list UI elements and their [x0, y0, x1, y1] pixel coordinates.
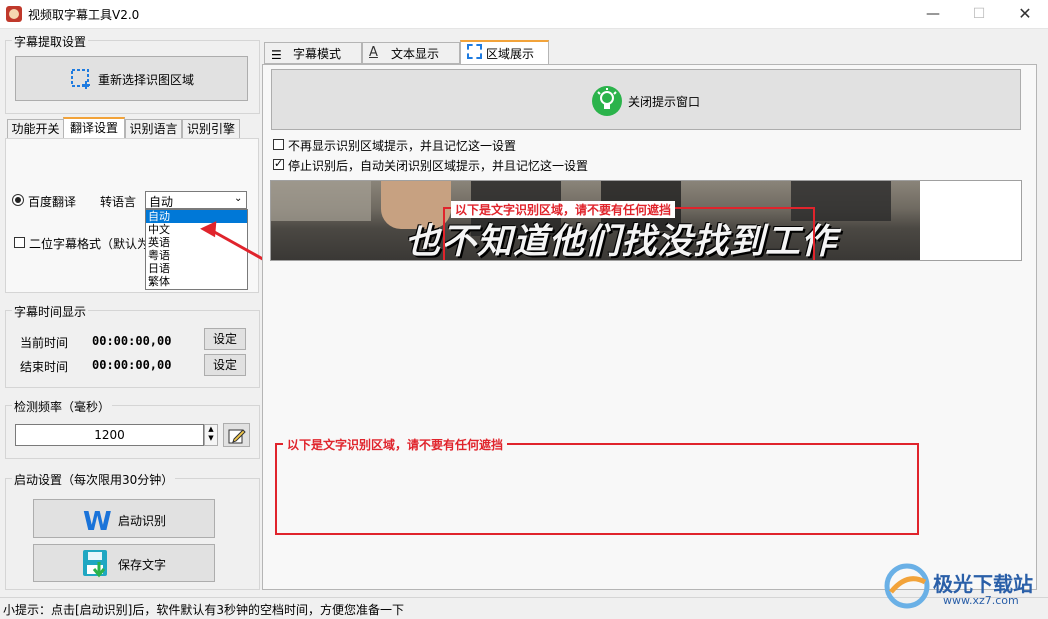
tab-region-display-label: 区域展示: [486, 47, 535, 61]
current-time-label: 当前时间: [20, 336, 69, 350]
extract-settings-title: 字幕提取设置: [12, 33, 89, 50]
app-icon: [6, 6, 22, 22]
tab-recognition-language[interactable]: 识别语言: [125, 119, 182, 139]
recognition-region-label: 以下是文字识别区域，请不要有任何遮挡: [283, 436, 508, 453]
baidu-translate-radio[interactable]: [12, 194, 24, 206]
end-time-label: 结束时间: [20, 360, 69, 374]
spin-up-icon[interactable]: ▲: [205, 425, 217, 434]
tab-text-display[interactable]: A 文本显示: [362, 42, 460, 64]
close-icon[interactable]: ✕: [1002, 0, 1048, 28]
target-language-select[interactable]: 自动 ⌄: [145, 191, 247, 209]
save-text-label: 保存文字: [118, 558, 167, 572]
frequency-spinner[interactable]: ▲ ▼: [204, 424, 218, 446]
chevron-down-icon: ⌄: [234, 193, 243, 204]
left-tab-strip: 功能开关 翻译设置 识别语言 识别引擎: [5, 117, 258, 139]
maximize-icon[interactable]: ☐: [956, 0, 1002, 28]
no-show-region-tip-checkbox[interactable]: [273, 139, 284, 150]
tab-function-switch[interactable]: 功能开关: [7, 119, 64, 139]
current-time-value: 00:00:00,00: [92, 334, 172, 348]
start-settings-title: 启动设置（每次限用30分钟）: [12, 471, 176, 488]
bilingual-format-label: 二位字幕格式（默认为: [29, 237, 145, 251]
tab-subtitle-mode[interactable]: ☰ 字幕模式: [264, 42, 362, 64]
text-a-icon: A: [369, 45, 378, 60]
recognition-region-box: [275, 443, 919, 535]
checkmark-icon: ✓: [274, 157, 284, 170]
minimize-icon[interactable]: —: [910, 0, 956, 28]
list-icon: ☰: [271, 48, 282, 62]
svg-text:W: W: [83, 507, 111, 534]
edit-frequency-button[interactable]: [223, 423, 250, 447]
start-recognition-button[interactable]: W 启动识别: [33, 499, 215, 538]
spin-down-icon[interactable]: ▼: [205, 434, 217, 443]
watermark-logo-icon: [884, 563, 930, 609]
auto-close-region-tip-checkbox[interactable]: ✓: [273, 157, 284, 170]
lightbulb-icon: [592, 86, 622, 116]
close-tip-window-label: 关闭提示窗口: [628, 95, 701, 109]
region-select-icon: [71, 69, 90, 89]
save-disk-icon: [83, 550, 107, 578]
auto-close-region-tip-label: 停止识别后，自动关闭识别区域提示，并且记忆这一设置: [288, 159, 589, 173]
set-end-time-button[interactable]: 设定: [204, 354, 246, 376]
tab-subtitle-mode-label: 字幕模式: [293, 47, 342, 61]
tab-text-display-label: 文本显示: [391, 47, 440, 61]
target-language-label: 转语言: [100, 195, 137, 209]
baidu-translate-label: 百度翻译: [28, 195, 77, 209]
watermark-url: www.xz7.com: [943, 594, 1019, 607]
save-text-button[interactable]: 保存文字: [33, 544, 215, 582]
window-title: 视频取字幕工具V2.0: [28, 8, 140, 22]
close-tip-window-button[interactable]: 关闭提示窗口: [271, 69, 1021, 130]
bilingual-format-checkbox[interactable]: [14, 237, 25, 248]
tab-region-display[interactable]: 区域展示: [460, 40, 549, 65]
end-time-value: 00:00:00,00: [92, 358, 172, 372]
edit-pencil-icon: [228, 429, 246, 444]
start-recognition-label: 启动识别: [118, 514, 167, 528]
tab-translate-settings[interactable]: 翻译设置: [63, 117, 125, 139]
reselect-region-label: 重新选择识图区域: [98, 73, 195, 87]
time-display-title: 字幕时间显示: [12, 303, 89, 320]
title-bar: 视频取字幕工具V2.0 — ☐ ✕: [0, 0, 1048, 29]
watermark: 极光下载站 www.xz7.com: [883, 560, 1043, 615]
status-tip-text: 小提示：点击[启动识别]后，软件默认有3秒钟的空档时间，方便您准备一下: [3, 603, 405, 617]
target-language-value: 自动: [149, 195, 174, 209]
reselect-region-button[interactable]: 重新选择识图区域: [15, 56, 248, 101]
detect-frequency-input[interactable]: 1200: [15, 424, 204, 446]
word-w-icon: W: [83, 507, 111, 534]
detect-frequency-title: 检测频率（毫秒）: [12, 398, 113, 415]
preview-region-label: 以下是文字识别区域，请不要有任何遮挡: [451, 201, 676, 218]
video-preview-image: 也不知道他们找没找到工作 以下是文字识别区域，请不要有任何遮挡: [271, 181, 920, 260]
tab-recognition-engine[interactable]: 识别引擎: [182, 119, 240, 139]
watermark-brand: 极光下载站: [933, 572, 1033, 596]
set-current-time-button[interactable]: 设定: [204, 328, 246, 350]
region-square-icon: [467, 44, 482, 59]
no-show-region-tip-label: 不再显示识别区域提示，并且记忆这一设置: [288, 139, 517, 153]
